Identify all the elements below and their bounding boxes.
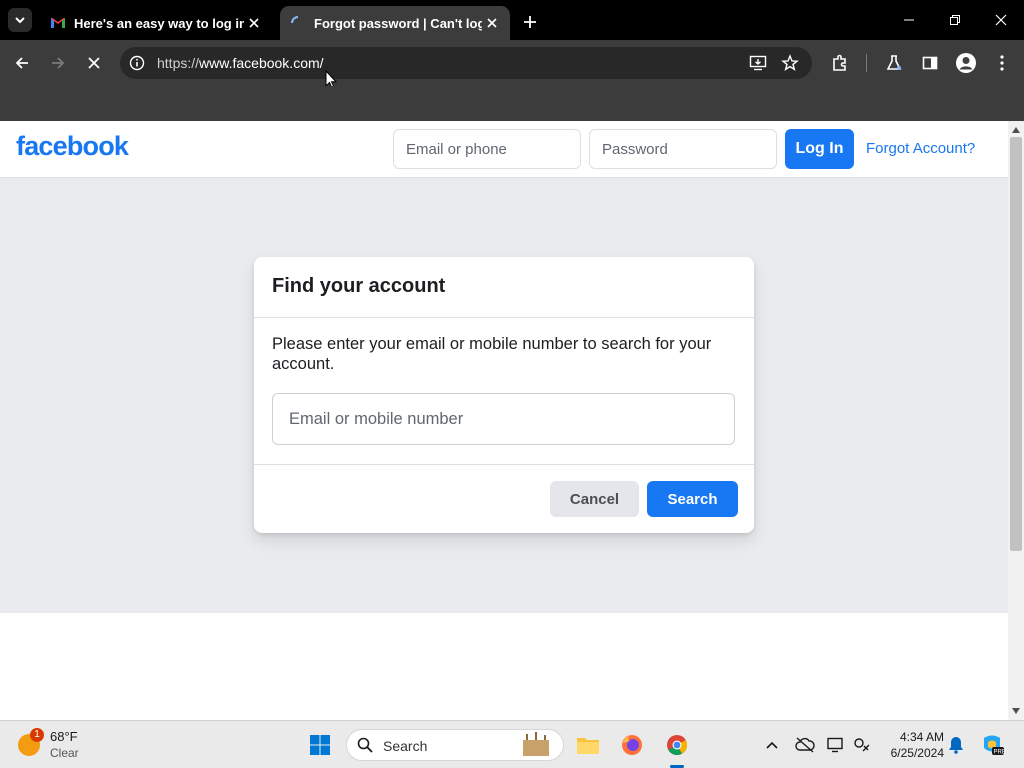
address-bar[interactable]: https://www.facebook.com/ bbox=[120, 47, 812, 79]
stop-loading-button[interactable] bbox=[80, 49, 108, 77]
bell-icon bbox=[949, 737, 963, 754]
close-icon bbox=[995, 14, 1007, 26]
back-button[interactable] bbox=[8, 49, 36, 77]
gmail-icon bbox=[51, 18, 65, 28]
clock-time: 4:34 AM bbox=[899, 730, 944, 744]
copilot-icon: PRE bbox=[984, 735, 1005, 756]
card-description: Please enter your email or mobile number… bbox=[272, 335, 712, 373]
email-or-mobile-input[interactable] bbox=[272, 393, 735, 445]
search-icon bbox=[357, 737, 373, 753]
tab-facebook-forgot-password[interactable]: Forgot password | Can't log in bbox=[280, 6, 510, 40]
page-viewport: facebook Log In Forgot Account? Find you… bbox=[0, 121, 1024, 720]
tab-title: Forgot password | Can't log in bbox=[314, 15, 482, 31]
scroll-down-arrow-icon[interactable] bbox=[1012, 708, 1020, 714]
tab-gmail[interactable]: Here's an easy way to log into bbox=[40, 6, 272, 40]
file-explorer-button[interactable] bbox=[572, 729, 604, 761]
flask-icon bbox=[886, 55, 902, 70]
windows-logo-icon bbox=[310, 735, 330, 755]
new-tab-button[interactable] bbox=[518, 10, 542, 34]
start-button[interactable] bbox=[304, 729, 336, 761]
tab-search-button[interactable] bbox=[8, 8, 32, 32]
close-window-button[interactable] bbox=[978, 0, 1024, 40]
copilot-pre-badge: PRE bbox=[994, 750, 1005, 756]
page-body: Find your account Please enter your emai… bbox=[0, 178, 1008, 613]
monitor-icon bbox=[827, 737, 843, 753]
loading-icon bbox=[291, 16, 299, 24]
minimize-button[interactable] bbox=[886, 0, 932, 40]
card-title: Find your account bbox=[272, 275, 446, 297]
header-password-input[interactable] bbox=[589, 129, 777, 169]
scroll-up-arrow-icon[interactable] bbox=[1012, 127, 1020, 133]
chrome-labs-button[interactable] bbox=[880, 49, 908, 77]
taskbar-search[interactable]: Search bbox=[346, 729, 564, 761]
side-panel-button[interactable] bbox=[916, 49, 944, 77]
facebook-logo[interactable]: facebook bbox=[16, 131, 129, 162]
login-button[interactable]: Log In bbox=[785, 129, 854, 169]
minimize-icon bbox=[904, 19, 914, 21]
chevron-down-icon bbox=[15, 17, 25, 24]
menu-button[interactable] bbox=[988, 49, 1016, 77]
clock[interactable]: 4:34 AM 6/25/2024 bbox=[880, 729, 944, 761]
onedrive-button[interactable] bbox=[789, 729, 821, 761]
puzzle-icon bbox=[833, 54, 846, 71]
arrow-left-icon bbox=[15, 57, 28, 69]
url-path: / bbox=[319, 55, 324, 71]
tab-title: Here's an easy way to log into bbox=[74, 15, 244, 31]
restore-icon bbox=[950, 15, 960, 25]
firefox-button[interactable] bbox=[616, 729, 648, 761]
card-divider bbox=[254, 317, 754, 318]
card-divider bbox=[254, 464, 754, 465]
cancel-button[interactable]: Cancel bbox=[550, 481, 639, 517]
notifications-button[interactable] bbox=[940, 729, 972, 761]
url-prefix: https:// bbox=[157, 55, 200, 71]
weather-badge: 1 bbox=[30, 728, 44, 742]
page-scrollbar[interactable] bbox=[1008, 121, 1024, 720]
chrome-taskbar-button[interactable] bbox=[661, 729, 693, 761]
clock-date: 6/25/2024 bbox=[890, 746, 944, 760]
folder-icon bbox=[577, 738, 599, 754]
search-highlight-icon bbox=[523, 732, 549, 756]
firefox-icon bbox=[622, 735, 642, 755]
network-icon bbox=[854, 738, 870, 752]
install-app-icon[interactable] bbox=[749, 55, 767, 71]
restore-button[interactable] bbox=[932, 0, 978, 40]
close-tab-icon[interactable] bbox=[482, 13, 502, 33]
chevron-up-icon bbox=[766, 741, 778, 749]
windows-taskbar: 1 68°F Clear Search 4:34 AM 6/25/2024 PR… bbox=[0, 720, 1024, 768]
toolbar-divider bbox=[866, 54, 867, 72]
copilot-button[interactable]: PRE bbox=[976, 729, 1008, 761]
show-hidden-icons-button[interactable] bbox=[756, 729, 788, 761]
bookmark-star-icon[interactable] bbox=[781, 54, 799, 72]
cloud-offline-icon bbox=[795, 737, 815, 753]
profile-avatar-icon bbox=[956, 53, 976, 73]
site-info-icon[interactable] bbox=[129, 55, 145, 71]
close-tab-icon[interactable] bbox=[244, 13, 264, 33]
taskbar-search-label: Search bbox=[383, 738, 428, 754]
search-button[interactable]: Search bbox=[647, 481, 738, 517]
side-panel-icon bbox=[922, 56, 938, 70]
bookmarks-bar bbox=[0, 86, 1024, 121]
chrome-icon bbox=[667, 735, 688, 755]
weather-temp: 68°F bbox=[50, 729, 78, 744]
kebab-menu-icon bbox=[1000, 55, 1004, 71]
network-volume-button[interactable] bbox=[846, 729, 878, 761]
profile-button[interactable] bbox=[952, 49, 980, 77]
url-text[interactable]: https://www.facebook.com/ bbox=[157, 55, 324, 71]
arrow-right-icon bbox=[52, 57, 65, 69]
weather-condition: Clear bbox=[50, 746, 79, 760]
browser-tab-strip: Here's an easy way to log into Forgot pa… bbox=[0, 0, 1024, 40]
weather-widget[interactable]: 1 68°F Clear bbox=[14, 726, 114, 764]
header-email-input[interactable] bbox=[393, 129, 581, 169]
url-host: www.facebook.com bbox=[199, 55, 320, 71]
plus-icon bbox=[524, 16, 536, 28]
forgot-account-link[interactable]: Forgot Account? bbox=[866, 140, 975, 157]
forward-button[interactable] bbox=[44, 49, 72, 77]
find-account-card: Find your account Please enter your emai… bbox=[254, 257, 754, 533]
extensions-button[interactable] bbox=[826, 49, 854, 77]
facebook-header: facebook Log In Forgot Account? bbox=[0, 121, 1008, 178]
scrollbar-thumb[interactable] bbox=[1010, 137, 1022, 551]
close-icon bbox=[88, 57, 100, 69]
